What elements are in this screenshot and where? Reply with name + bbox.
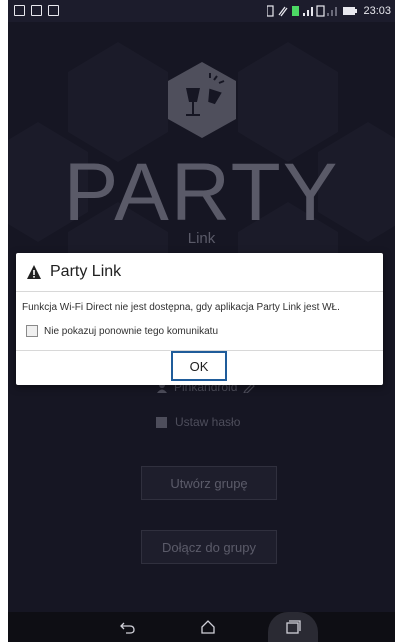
status-bar: 23:03 [8, 0, 395, 22]
home-icon [201, 620, 215, 634]
recent-apps-icon [286, 620, 301, 634]
dialog-title: Party Link [50, 263, 122, 280]
recent-apps-button[interactable] [268, 612, 318, 642]
back-button[interactable] [108, 612, 148, 642]
dialog-message: Funkcja Wi-Fi Direct nie jest dostępna, … [22, 302, 340, 313]
status-icons [267, 5, 338, 17]
battery-icon [343, 7, 358, 15]
file-notification-icon [31, 5, 42, 16]
dont-show-again-label: Nie pokazuj ponownie tego komunikatu [44, 325, 218, 337]
warning-icon [27, 265, 41, 279]
calendar-notification-icon [14, 5, 25, 16]
alert-dialog: Party Link Funkcja Wi-Fi Direct nie jest… [16, 253, 383, 385]
navigation-bar [8, 612, 395, 642]
back-arrow-icon [120, 622, 135, 634]
dont-show-again-row[interactable]: Nie pokazuj ponownie tego komunikatu [16, 313, 383, 337]
dialog-header: Party Link [16, 253, 383, 292]
ok-button[interactable]: OK [171, 351, 227, 381]
dont-show-again-checkbox[interactable] [26, 325, 38, 337]
home-button[interactable] [188, 612, 228, 642]
mail-notification-icon [48, 5, 59, 16]
status-time: 23:03 [363, 5, 391, 17]
